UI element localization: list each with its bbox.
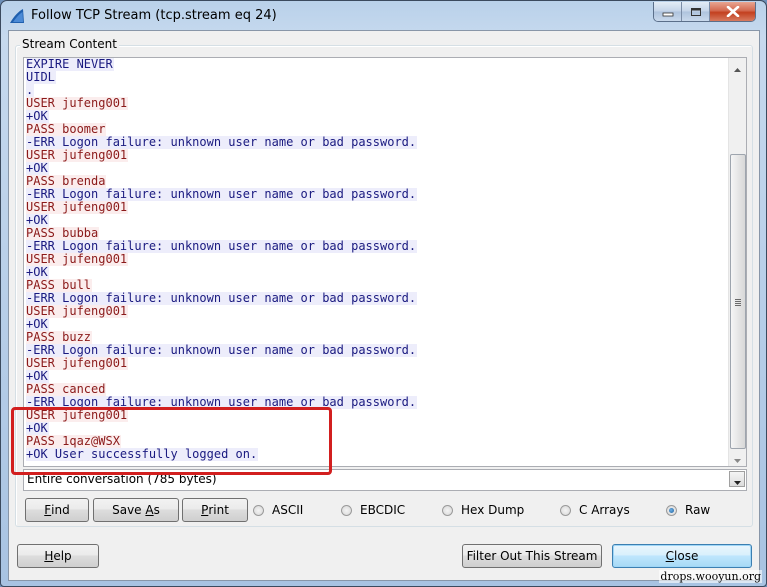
maximize-button[interactable] [682,2,710,21]
print-label: rint [208,503,229,517]
minimize-button[interactable] [654,2,682,21]
radio-button-icon [442,504,453,516]
save-as-mnemonic: A [145,503,154,517]
help-label: elp [53,549,72,563]
dialog-client-area: Stream Content EXPIRE NEVER UIDL. USER juf… [8,30,760,581]
print-mnemonic: P [201,503,209,517]
server-line: +OK User successfully logged on. [26,447,259,461]
radio-label: C Arrays [579,503,630,517]
wireshark-fin-icon [9,8,25,24]
radio-raw[interactable]: Raw [666,503,710,517]
radio-button-checked-icon [666,504,677,516]
print-button[interactable]: Print [182,498,248,522]
arrow-down-icon [734,448,741,466]
find-button[interactable]: Find [25,498,89,522]
window-title: Follow TCP Stream (tcp.stream eq 24) [31,8,277,23]
radio-label: ASCII [272,503,304,517]
follow-tcp-stream-window: Follow TCP Stream (tcp.stream eq 24) Str… [0,0,767,587]
radio-label: Hex Dump [461,503,525,517]
conversation-select[interactable]: Entire conversation (785 bytes) [23,469,747,491]
title-bar[interactable]: Follow TCP Stream (tcp.stream eq 24) [1,1,766,31]
filter-out-stream-button[interactable]: Filter Out This Stream [462,544,602,568]
close-mnemonic: C [665,549,675,563]
scroll-up-button[interactable] [729,58,746,75]
stream-content-label: Stream Content [20,37,119,51]
save-as-label-pre: Save [112,503,146,517]
scrollbar-thumb[interactable] [730,154,746,449]
find-mnemonic: F [44,503,52,517]
close-button[interactable]: Close [612,544,752,568]
scroll-down-button[interactable] [729,449,746,466]
radio-label: EBCDIC [360,503,406,517]
help-mnemonic: H [44,549,54,563]
close-label: lose [674,549,699,563]
watermark: drops.wooyun.org [659,570,762,583]
caption-buttons [653,2,756,22]
close-icon [726,2,740,21]
save-as-label-rest: s [153,503,160,517]
chevron-down-icon [733,470,741,489]
save-as-button[interactable]: Save As [93,498,179,522]
stream-lines: EXPIRE NEVER UIDL. USER jufeng001 +OK PASS b… [26,58,726,461]
radio-button-icon [341,504,352,516]
stream-content-textarea[interactable]: EXPIRE NEVER UIDL. USER jufeng001 +OK PASS b… [23,57,747,467]
arrow-up-icon [734,58,741,76]
radio-c-arrays[interactable]: C Arrays [560,503,630,517]
close-window-button[interactable] [710,2,755,21]
conversation-select-value: Entire conversation (785 bytes) [27,472,217,486]
radio-ascii[interactable]: ASCII [253,503,303,517]
filter-out-label: Filter Out This Stream [466,549,598,563]
vertical-scrollbar[interactable] [728,58,746,466]
minimize-icon [662,2,674,21]
radio-label: Raw [685,503,711,517]
radio-ebcdic[interactable]: EBCDIC [341,503,405,517]
grip-icon [735,298,741,306]
maximize-icon [690,2,702,21]
radio-hex-dump[interactable]: Hex Dump [442,503,524,517]
dropdown-button[interactable] [729,471,745,487]
radio-button-icon [560,504,571,516]
help-button[interactable]: Help [17,544,99,568]
radio-button-icon [253,504,264,516]
find-label: ind [51,503,70,517]
